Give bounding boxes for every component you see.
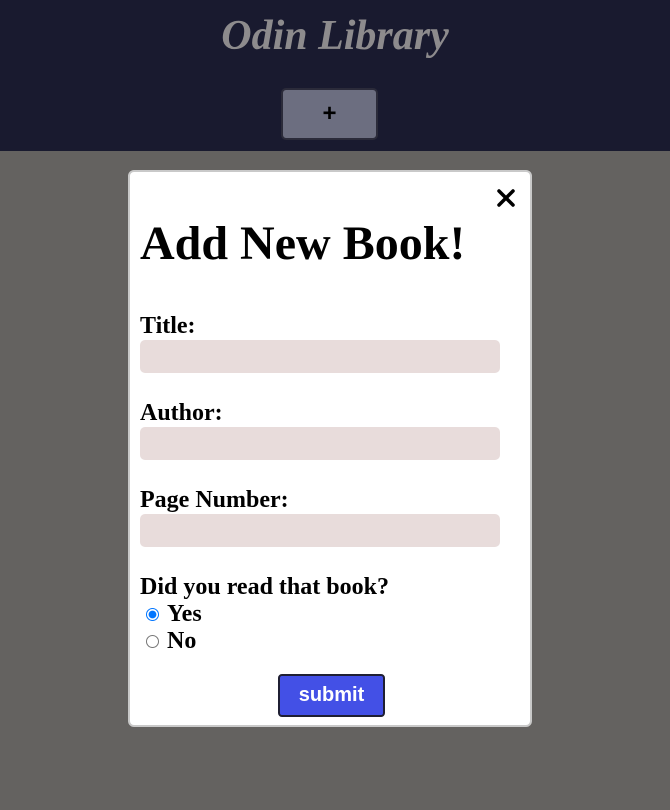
title-label: Title: [140, 313, 196, 339]
submit-button[interactable]: submit [278, 674, 385, 717]
author-label: Author: [140, 400, 223, 426]
close-icon[interactable] [494, 186, 518, 210]
author-input[interactable] [140, 427, 500, 460]
read-question: Did you read that book? [140, 574, 389, 600]
title-input[interactable] [140, 340, 500, 373]
page-number-label: Page Number: [140, 487, 289, 513]
read-yes-radio[interactable] [146, 608, 159, 621]
app-title: Odin Library [221, 13, 449, 59]
modal-title: Add New Book! [140, 217, 466, 270]
app-header: Odin Library + [0, 0, 670, 151]
read-no-radio[interactable] [146, 635, 159, 648]
read-no-label: No [167, 628, 197, 654]
add-book-button[interactable]: + [281, 88, 378, 140]
page-number-input[interactable] [140, 514, 500, 547]
add-book-modal: Add New Book! Title: Author: Page Number… [128, 170, 532, 727]
read-yes-label: Yes [167, 601, 202, 627]
